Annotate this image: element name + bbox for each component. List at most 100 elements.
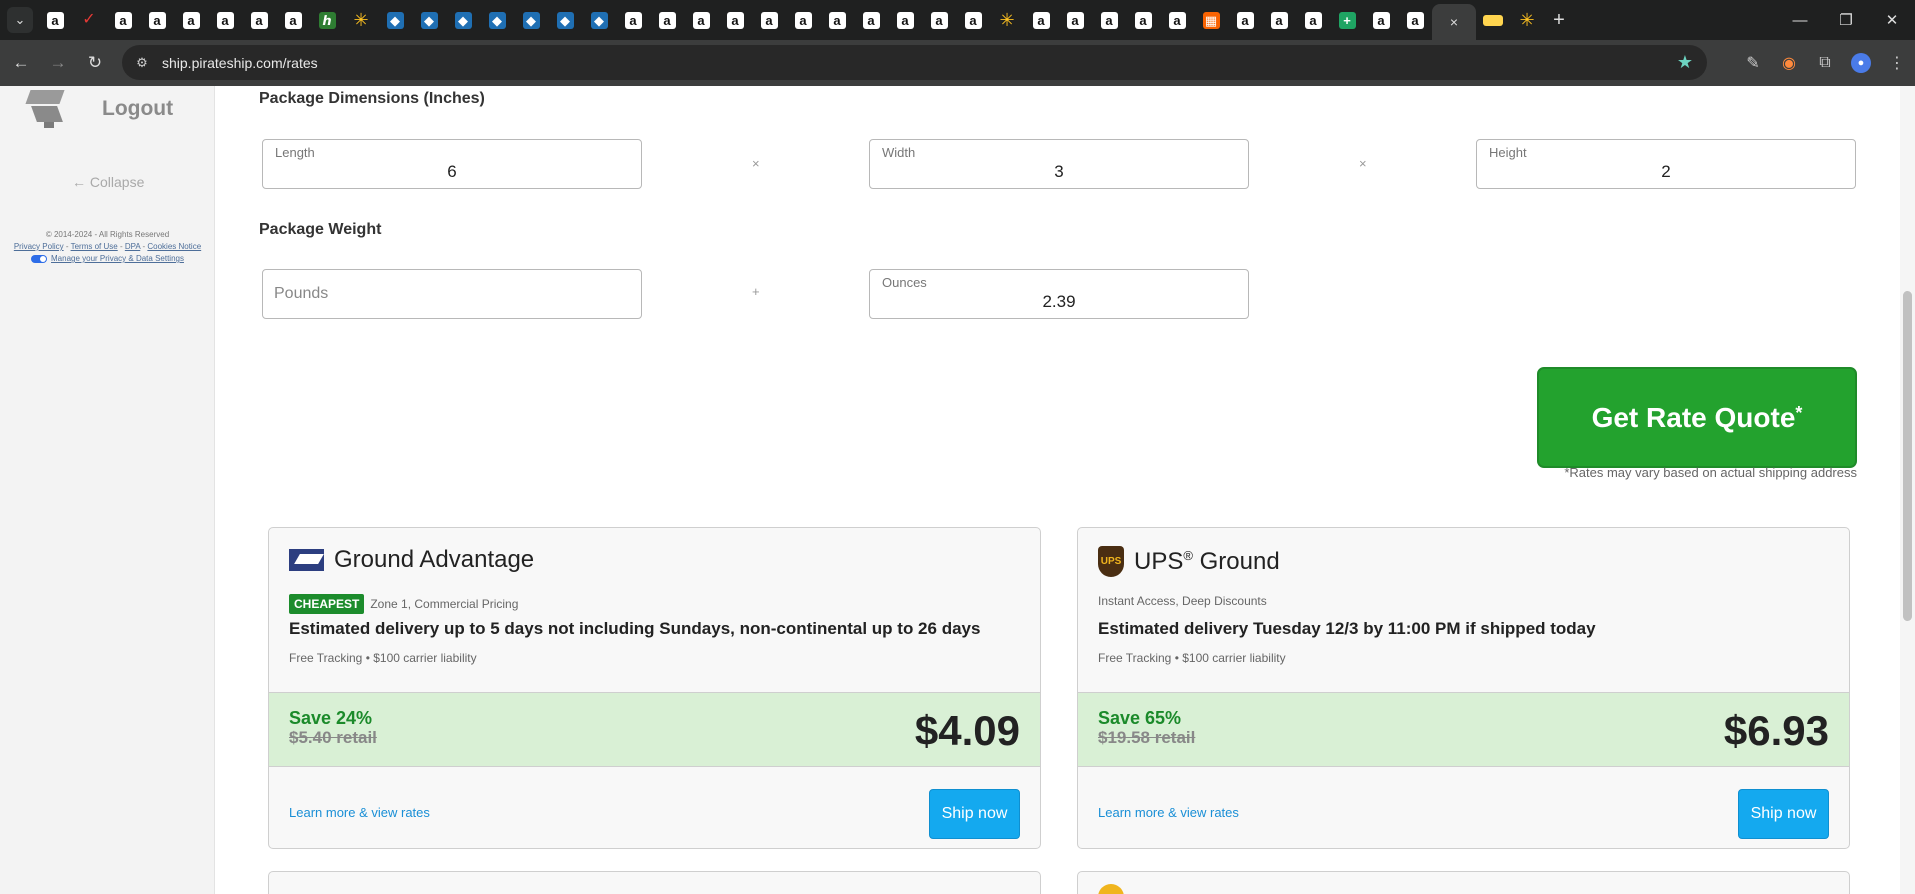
width-field[interactable]: Width 3 xyxy=(869,139,1249,189)
forward-button[interactable]: → xyxy=(42,47,74,79)
card-header: Ground Advantage xyxy=(289,546,534,574)
browser-tab[interactable]: a xyxy=(718,3,752,37)
rate-price: $4.09 xyxy=(914,707,1020,754)
browser-tab[interactable]: a xyxy=(1126,3,1160,37)
browser-tab[interactable]: a xyxy=(1398,3,1432,37)
browser-menu-icon[interactable]: ⋮ xyxy=(1879,45,1915,81)
browser-tab[interactable]: a xyxy=(106,3,140,37)
tab-search-button[interactable]: ⌄ xyxy=(7,7,33,33)
browser-tab[interactable]: + xyxy=(1330,3,1364,37)
length-field[interactable]: Length 6 xyxy=(262,139,642,189)
learn-more-link[interactable]: Learn more & view rates xyxy=(1098,805,1239,820)
pen-extension-icon[interactable]: ✎ xyxy=(1735,45,1771,81)
browser-tab[interactable]: a xyxy=(684,3,718,37)
browser-tab[interactable]: a xyxy=(786,3,820,37)
privacy-settings-row[interactable]: Manage your Privacy & Data Settings xyxy=(0,253,215,265)
active-tab[interactable]: × xyxy=(1432,4,1476,40)
amazon-favicon-icon: a xyxy=(658,11,676,29)
address-bar[interactable]: ⚙ ship.pirateship.com/rates ★ xyxy=(122,45,1707,80)
cookies-notice-link[interactable]: Cookies Notice xyxy=(147,242,201,251)
ounces-value[interactable]: 2.39 xyxy=(870,292,1248,312)
reload-button[interactable]: ↻ xyxy=(79,47,111,79)
amazon-favicon-icon: a xyxy=(216,11,234,29)
browser-tab[interactable]: ✓ xyxy=(72,3,106,37)
minimize-button[interactable]: — xyxy=(1777,0,1823,40)
browser-tab[interactable]: ✳ xyxy=(344,3,378,37)
browser-tab[interactable]: a xyxy=(1092,3,1126,37)
rate-calculator: Package Dimensions (Inches) Length 6 × W… xyxy=(215,86,1915,894)
browser-tab[interactable]: a xyxy=(956,3,990,37)
extension-orange-icon[interactable]: ◉ xyxy=(1771,45,1807,81)
browser-tab[interactable] xyxy=(1476,3,1510,37)
browser-tab[interactable]: ✳ xyxy=(1510,3,1544,37)
ship-now-button[interactable]: Ship now xyxy=(1738,789,1829,839)
profile-avatar[interactable]: ● xyxy=(1851,53,1871,73)
ups-favicon-icon xyxy=(1483,14,1503,26)
browser-tab[interactable]: a xyxy=(1364,3,1398,37)
browser-tab[interactable]: a xyxy=(242,3,276,37)
browser-tab[interactable]: ◆ xyxy=(582,3,616,37)
dpa-link[interactable]: DPA xyxy=(125,242,140,251)
browser-tab[interactable]: ◆ xyxy=(412,3,446,37)
logout-label[interactable]: Logout xyxy=(102,97,173,121)
close-window-button[interactable]: ✕ xyxy=(1869,0,1915,40)
browser-tab[interactable]: a xyxy=(888,3,922,37)
browser-tab[interactable]: a xyxy=(174,3,208,37)
browser-tab[interactable]: a xyxy=(276,3,310,37)
browser-tab[interactable]: a xyxy=(854,3,888,37)
width-value[interactable]: 3 xyxy=(870,162,1248,182)
length-value[interactable]: 6 xyxy=(263,162,641,182)
browser-tab[interactable]: a xyxy=(922,3,956,37)
learn-more-link[interactable]: Learn more & view rates xyxy=(289,805,430,820)
height-field[interactable]: Height 2 xyxy=(1476,139,1856,189)
browser-tab[interactable]: a xyxy=(1262,3,1296,37)
ship-now-button[interactable]: Ship now xyxy=(929,789,1020,839)
diamond-favicon-icon: ◆ xyxy=(556,11,574,29)
browser-tab[interactable]: a xyxy=(38,3,72,37)
pounds-field[interactable]: Pounds xyxy=(262,269,642,319)
back-button[interactable]: ← xyxy=(5,47,37,79)
browser-tab[interactable]: ◆ xyxy=(514,3,548,37)
get-rate-quote-button[interactable]: Get Rate Quote * xyxy=(1537,367,1857,468)
browser-tab[interactable]: ✳ xyxy=(990,3,1024,37)
terms-of-use-link[interactable]: Terms of Use xyxy=(71,242,118,251)
extensions-puzzle-icon[interactable]: ⧉ xyxy=(1807,45,1843,81)
browser-tab[interactable]: a xyxy=(1024,3,1058,37)
logout-link[interactable]: Logout xyxy=(22,86,173,132)
height-value[interactable]: 2 xyxy=(1477,162,1855,182)
browser-tab[interactable]: a xyxy=(140,3,174,37)
privacy-policy-link[interactable]: Privacy Policy xyxy=(14,242,64,251)
privacy-settings-link[interactable]: Manage your Privacy & Data Settings xyxy=(51,254,184,263)
browser-tab[interactable]: ℎ xyxy=(310,3,344,37)
browser-tab[interactable]: ◆ xyxy=(548,3,582,37)
amazon-favicon-icon: a xyxy=(1372,11,1390,29)
browser-tab[interactable]: a xyxy=(1296,3,1330,37)
browser-tab[interactable]: a xyxy=(1160,3,1194,37)
browser-tab[interactable]: a xyxy=(820,3,854,37)
browser-tab[interactable]: a xyxy=(616,3,650,37)
scrollbar-thumb[interactable] xyxy=(1903,291,1912,621)
browser-tab[interactable]: a xyxy=(1058,3,1092,37)
browser-tab[interactable]: ◆ xyxy=(480,3,514,37)
browser-tab[interactable]: ◆ xyxy=(446,3,480,37)
collapse-button[interactable]: ← Collapse xyxy=(72,174,144,190)
page-scrollbar[interactable] xyxy=(1900,86,1915,894)
browser-tab[interactable]: a xyxy=(650,3,684,37)
url-text[interactable]: ship.pirateship.com/rates xyxy=(162,55,318,71)
quote-button-label: Get Rate Quote xyxy=(1591,401,1796,433)
new-tab-button[interactable]: + xyxy=(1544,9,1574,32)
browser-tab[interactable]: ◆ xyxy=(378,3,412,37)
browser-tab[interactable]: a xyxy=(1228,3,1262,37)
bookmark-star-icon[interactable]: ★ xyxy=(1677,52,1693,73)
site-info-icon[interactable]: ⚙ xyxy=(131,52,153,74)
ounces-field[interactable]: Ounces 2.39 xyxy=(869,269,1249,319)
amazon-favicon-icon: a xyxy=(1304,11,1322,29)
card-header: UPS UPS® Ground xyxy=(1098,546,1280,577)
browser-tab[interactable]: a xyxy=(752,3,786,37)
restore-button[interactable]: ❐ xyxy=(1823,0,1869,40)
sidebar: Logout ← Collapse © 2014-2024 - All Righ… xyxy=(0,86,215,894)
close-tab-icon[interactable]: × xyxy=(1450,14,1458,30)
browser-tab[interactable]: a xyxy=(208,3,242,37)
browser-tab[interactable]: ▦ xyxy=(1194,3,1228,37)
walmart-favicon-icon: ✳ xyxy=(999,10,1015,30)
